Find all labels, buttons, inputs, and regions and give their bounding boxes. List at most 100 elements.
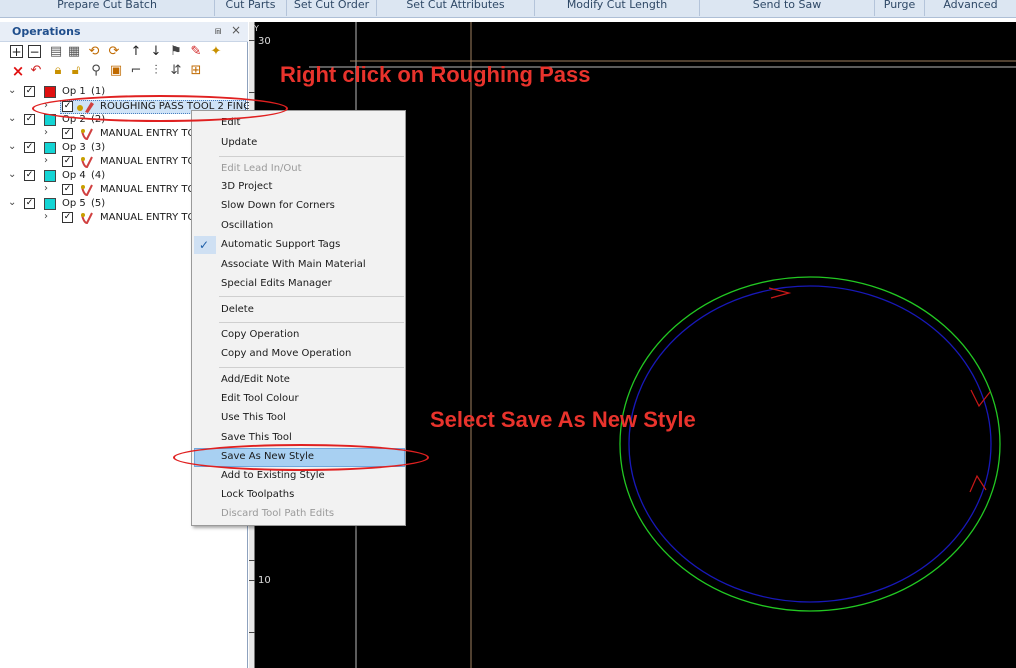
chevron-right-icon[interactable]: › <box>44 127 48 138</box>
ruler-tick <box>249 580 255 581</box>
menu-item-slow-down-for-corners[interactable]: Slow Down for Corners <box>221 200 335 211</box>
toolpath-icon <box>80 127 93 141</box>
chevron-down-icon[interactable]: ⌄ <box>8 169 16 180</box>
menu-item-update[interactable]: Update <box>221 137 257 148</box>
tab-purge[interactable]: Purge <box>875 0 925 16</box>
expand-all-icon[interactable]: + <box>10 45 23 59</box>
op-5-color-swatch <box>44 198 56 210</box>
op-3-label: Op 3 <box>62 142 86 153</box>
op-1-count: (1) <box>91 86 106 97</box>
op-5-count: (5) <box>91 198 106 209</box>
menu-item-special-edits-manager[interactable]: Special Edits Manager <box>221 278 332 289</box>
tab-send-to-saw[interactable]: Send to Saw <box>700 0 875 16</box>
number-icon[interactable]: ▣ <box>108 63 124 79</box>
close-icon[interactable]: × <box>231 23 241 37</box>
op-5-path-checkbox[interactable]: ✓ <box>62 212 73 223</box>
menu-item-edit-lead-in-out[interactable]: Edit Lead In/Out <box>221 163 302 174</box>
ruler-tick <box>249 560 255 561</box>
menu-item-associate-with-main-material[interactable]: Associate With Main Material <box>221 259 366 270</box>
tab-set-cut-attributes[interactable]: Set Cut Attributes <box>377 0 535 16</box>
op-3-path-label: MANUAL ENTRY TOO <box>100 156 204 167</box>
chevron-right-icon[interactable]: › <box>44 183 48 194</box>
menu-item-delete[interactable]: Delete <box>221 304 254 315</box>
menu-item-copy-operation[interactable]: Copy Operation <box>221 329 299 340</box>
binoculars-icon[interactable]: ⚲ <box>88 63 104 79</box>
toolpath-icon <box>80 183 93 197</box>
chevron-right-icon[interactable]: › <box>44 155 48 166</box>
edit-list-icon[interactable]: ▦ <box>66 44 82 60</box>
op-4-color-swatch <box>44 170 56 182</box>
op-3-count: (3) <box>91 142 106 153</box>
collapse-all-icon[interactable]: − <box>28 45 41 59</box>
menu-item-add-to-existing-style[interactable]: Add to Existing Style <box>221 470 325 481</box>
chevron-down-icon[interactable]: ⌄ <box>8 113 16 124</box>
style-icon[interactable]: ⊞ <box>188 63 204 79</box>
op-5-checkbox[interactable]: ✓ <box>24 198 35 209</box>
y-axis-label: Y <box>254 24 259 33</box>
menu-separator <box>219 367 404 368</box>
lock-icon[interactable]: 🔒︎ <box>50 63 66 79</box>
op-4-path-label: MANUAL ENTRY TOO <box>100 184 204 195</box>
menu-item-copy-and-move-operation[interactable]: Copy and Move Operation <box>221 348 351 359</box>
chevron-down-icon[interactable]: ⌄ <box>8 141 16 152</box>
op-5-label: Op 5 <box>62 198 86 209</box>
wand-icon[interactable]: ✦ <box>208 44 224 60</box>
renumber-icon[interactable]: ⟳ <box>106 44 122 60</box>
op-4-path-checkbox[interactable]: ✓ <box>62 184 73 195</box>
highlight-ring-save-as-new-style <box>173 444 429 471</box>
op-3-checkbox[interactable]: ✓ <box>24 142 35 153</box>
menu-separator <box>219 296 404 297</box>
tab-modify-cut-length[interactable]: Modify Cut Length <box>535 0 700 16</box>
op-1-checkbox[interactable]: ✓ <box>24 86 35 97</box>
pencil-icon[interactable]: ✎ <box>188 44 204 60</box>
lead-in-icon[interactable]: ⌐ <box>128 63 144 79</box>
tab-advanced[interactable]: Advanced <box>925 0 1016 16</box>
reorder-icon[interactable]: ⟲ <box>86 44 102 60</box>
menu-separator <box>219 156 404 157</box>
operations-panel-title: Operations <box>12 25 81 38</box>
menu-item-automatic-support-tags[interactable]: Automatic Support Tags <box>221 239 340 250</box>
op-2-path-label: MANUAL ENTRY TOO <box>100 128 204 139</box>
menu-item-use-this-tool[interactable]: Use This Tool <box>221 412 286 423</box>
ruler-tick <box>249 40 255 41</box>
annotation-right-click: Right click on Roughing Pass <box>280 62 591 87</box>
toolpath-icon <box>80 155 93 169</box>
op-2-path-checkbox[interactable]: ✓ <box>62 128 73 139</box>
ruler-label-10: 10 <box>258 575 271 586</box>
op-3-path-checkbox[interactable]: ✓ <box>62 156 73 167</box>
op-3-color-swatch <box>44 142 56 154</box>
move-up-icon[interactable]: ↑ <box>128 44 144 60</box>
annotation-select-save: Select Save As New Style <box>430 407 696 432</box>
menu-separator <box>219 322 404 323</box>
tab-set-cut-order[interactable]: Set Cut Order <box>287 0 377 16</box>
op-1-label: Op 1 <box>62 86 86 97</box>
menu-item-lock-toolpaths[interactable]: Lock Toolpaths <box>221 489 294 500</box>
op-2-checkbox[interactable]: ✓ <box>24 114 35 125</box>
flag-icon[interactable]: ⚑ <box>168 44 184 60</box>
op-4-label: Op 4 <box>62 170 86 181</box>
tabs-icon[interactable]: ⫶ <box>148 63 164 79</box>
menu-item-3d-project[interactable]: 3D Project <box>221 181 272 192</box>
chevron-down-icon[interactable]: ⌄ <box>8 85 16 96</box>
properties-icon[interactable]: ▤ <box>48 44 64 60</box>
inner-toolpath-ellipse <box>628 285 992 603</box>
menu-item-edit-tool-colour[interactable]: Edit Tool Colour <box>221 393 299 404</box>
move-down-icon[interactable]: ↓ <box>148 44 164 60</box>
unlock-icon[interactable]: 🔓︎ <box>68 63 84 79</box>
delete-icon[interactable]: × <box>10 63 26 79</box>
menu-item-discard-tool-path-edits[interactable]: Discard Tool Path Edits <box>221 508 334 519</box>
ribbon-tab-bar: Prepare Cut Batch Cut Parts Set Cut Orde… <box>0 0 1016 18</box>
tab-cut-parts[interactable]: Cut Parts <box>215 0 287 16</box>
outer-toolpath-ellipse <box>619 276 1001 612</box>
menu-item-oscillation[interactable]: Oscillation <box>221 220 273 231</box>
op-4-checkbox[interactable]: ✓ <box>24 170 35 181</box>
undo-icon[interactable]: ↶ <box>28 63 44 79</box>
tab-prepare-cut-batch[interactable]: Prepare Cut Batch <box>0 0 215 16</box>
order-icon[interactable]: ⇵ <box>168 63 184 79</box>
pin-icon[interactable]: ⩎ <box>215 24 221 38</box>
chevron-right-icon[interactable]: › <box>44 211 48 222</box>
ruler-label-30: 30 <box>258 36 271 47</box>
menu-item-add-edit-note[interactable]: Add/Edit Note <box>221 374 290 385</box>
chevron-down-icon[interactable]: ⌄ <box>8 197 16 208</box>
menu-item-save-this-tool[interactable]: Save This Tool <box>221 432 292 443</box>
